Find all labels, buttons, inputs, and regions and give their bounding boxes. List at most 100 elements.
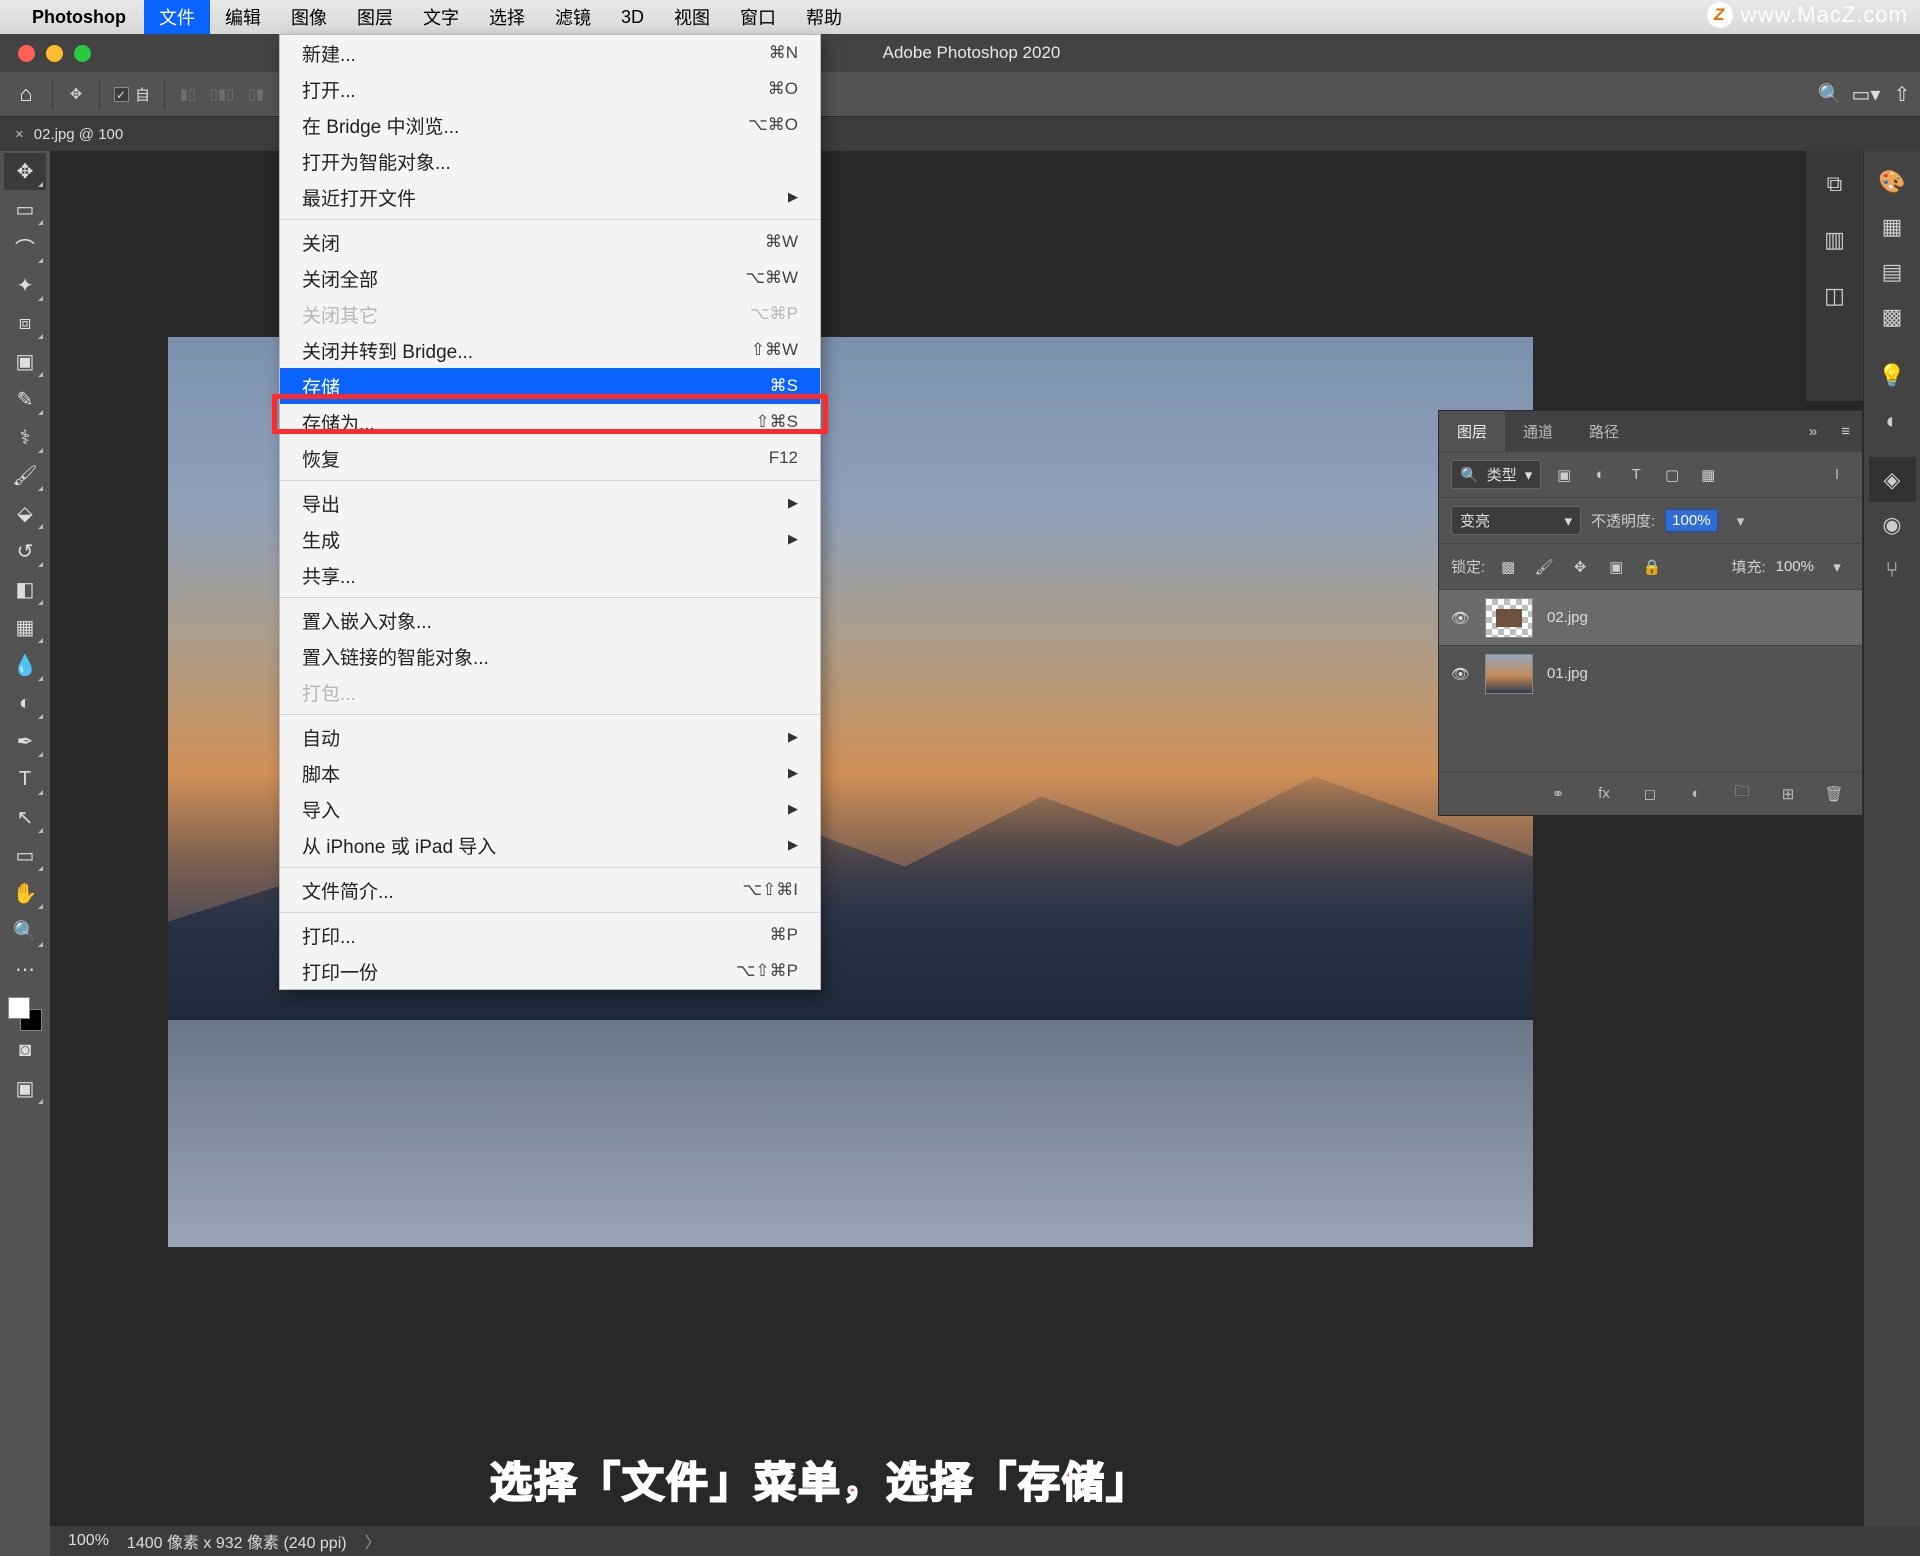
menu-item[interactable]: 置入嵌入对象...	[280, 602, 820, 638]
menu-item[interactable]: 导入	[280, 791, 820, 827]
close-tab-icon[interactable]: ×	[15, 126, 24, 143]
layer-row[interactable]: 👁 02.jpg	[1439, 589, 1862, 645]
menu-item[interactable]: 文件简介...⌥⇧⌘I	[280, 872, 820, 908]
channels-panel-icon[interactable]: ◉	[1869, 502, 1916, 547]
workspace-icon[interactable]: ▭▾	[1848, 82, 1884, 107]
menu-item[interactable]: 最近打开文件	[280, 179, 820, 215]
menu-item[interactable]: 打开为智能对象...	[280, 143, 820, 179]
menu-filter[interactable]: 滤镜	[540, 0, 606, 34]
quickmask-tool[interactable]: ◙	[4, 1032, 46, 1069]
group-icon[interactable]: 🗀	[1730, 781, 1754, 806]
layer-thumbnail[interactable]	[1485, 598, 1533, 638]
panel-collapse-icon[interactable]: »	[1797, 423, 1829, 440]
properties-panel-icon[interactable]: ▥	[1806, 221, 1863, 259]
menu-item[interactable]: 关闭全部⌥⌘W	[280, 260, 820, 296]
filter-image-icon[interactable]: ▣	[1551, 464, 1577, 486]
move-tool-icon[interactable]: ✥	[59, 77, 93, 111]
shape-tool[interactable]: ▭	[4, 837, 46, 874]
styles-panel-icon[interactable]: ◐	[1869, 398, 1916, 443]
doc-dimensions[interactable]: 1400 像素 x 932 像素 (240 ppi)	[127, 1529, 347, 1553]
swatches-panel-icon[interactable]: ▦	[1869, 204, 1916, 249]
lock-brush-icon[interactable]: 🖌	[1531, 556, 1557, 578]
menu-item[interactable]: 自动	[280, 719, 820, 755]
screenmode-tool[interactable]: ▣	[4, 1070, 46, 1107]
gradients-panel-icon[interactable]: ▤	[1869, 249, 1916, 294]
tab-paths[interactable]: 路径	[1571, 411, 1637, 451]
healing-tool[interactable]: ⚕	[4, 419, 46, 456]
blend-mode-select[interactable]: 变亮▾	[1451, 506, 1581, 535]
patterns-panel-icon[interactable]: ▩	[1869, 294, 1916, 339]
edit-toolbar[interactable]: ⋯	[4, 951, 46, 988]
crop-tool[interactable]: ⧈	[4, 305, 46, 342]
color-panel-icon[interactable]: 🎨	[1869, 159, 1916, 204]
visibility-icon[interactable]: 👁	[1451, 609, 1471, 627]
lib-panel-icon[interactable]: ◫	[1806, 277, 1863, 315]
menu-item[interactable]: 从 iPhone 或 iPad 导入	[280, 827, 820, 863]
align-right-icon[interactable]: ▯▮	[239, 77, 273, 111]
brush-tool[interactable]: 🖌	[4, 457, 46, 494]
home-icon[interactable]: ⌂	[6, 81, 46, 107]
delete-layer-icon[interactable]: 🗑	[1822, 785, 1846, 803]
eraser-tool[interactable]: ◧	[4, 571, 46, 608]
filter-type-icon[interactable]: T	[1623, 464, 1649, 486]
menu-item[interactable]: 生成	[280, 521, 820, 557]
menu-item[interactable]: 新建...⌘N	[280, 35, 820, 71]
paths-panel-icon[interactable]: ⑂	[1869, 547, 1916, 592]
tab-layers[interactable]: 图层	[1439, 411, 1505, 451]
menu-item[interactable]: 恢复F12	[280, 440, 820, 476]
share-icon[interactable]: ⇧	[1884, 82, 1920, 107]
history-brush-tool[interactable]: ↺	[4, 533, 46, 570]
adjust-panel-icon[interactable]: 💡	[1869, 353, 1916, 398]
menu-edit[interactable]: 编辑	[210, 0, 276, 34]
menu-item[interactable]: 在 Bridge 中浏览...⌥⌘O	[280, 107, 820, 143]
align-center-icon[interactable]: ▯▮▯	[205, 77, 239, 111]
app-name[interactable]: Photoshop	[32, 7, 126, 28]
menu-item[interactable]: 共享...	[280, 557, 820, 593]
search-icon[interactable]: 🔍	[1812, 82, 1848, 107]
link-layers-icon[interactable]: ⚭	[1546, 785, 1570, 803]
menu-item[interactable]: 存储为...⇧⌘S	[280, 404, 820, 440]
menu-view[interactable]: 视图	[659, 0, 725, 34]
filter-toggle-icon[interactable]: ⏽	[1824, 464, 1850, 486]
history-panel-icon[interactable]: ⧉	[1806, 165, 1863, 203]
blur-tool[interactable]: 💧	[4, 647, 46, 684]
menu-item[interactable]: 导出	[280, 485, 820, 521]
move-tool[interactable]: ✥	[4, 153, 46, 190]
zoom-level[interactable]: 100%	[68, 1532, 109, 1550]
doc-tab[interactable]: × 02.jpg @ 100	[0, 117, 138, 151]
menu-type[interactable]: 文字	[408, 0, 474, 34]
menu-file[interactable]: 文件	[144, 0, 210, 34]
menu-item[interactable]: 关闭并转到 Bridge...⇧⌘W	[280, 332, 820, 368]
filter-shape-icon[interactable]: ▢	[1659, 464, 1685, 486]
gradient-tool[interactable]: ▦	[4, 609, 46, 646]
visibility-icon[interactable]: 👁	[1451, 665, 1471, 683]
color-swatch[interactable]	[8, 997, 42, 1031]
tab-channels[interactable]: 通道	[1505, 411, 1571, 451]
lock-artboard-icon[interactable]: ▣	[1603, 556, 1629, 578]
panel-menu-icon[interactable]: ≡	[1829, 423, 1862, 440]
menu-item[interactable]: 打印一份⌥⇧⌘P	[280, 953, 820, 989]
fill-value[interactable]: 100%	[1776, 558, 1814, 575]
layer-name[interactable]: 02.jpg	[1547, 609, 1588, 626]
eyedropper-tool[interactable]: ✎	[4, 381, 46, 418]
layer-row[interactable]: 👁 01.jpg	[1439, 645, 1862, 701]
opacity-dropdown-icon[interactable]: ▾	[1728, 510, 1754, 532]
quick-select-tool[interactable]: ✦	[4, 267, 46, 304]
menu-layer[interactable]: 图层	[342, 0, 408, 34]
pen-tool[interactable]: ✒	[4, 723, 46, 760]
menu-select[interactable]: 选择	[474, 0, 540, 34]
menu-item[interactable]: 存储⌘S	[280, 368, 820, 404]
lasso-tool[interactable]: ⌒	[4, 229, 46, 266]
layer-mask-icon[interactable]: ◻	[1638, 785, 1662, 803]
menu-item[interactable]: 置入链接的智能对象...	[280, 638, 820, 674]
menu-item[interactable]: 打开...⌘O	[280, 71, 820, 107]
opacity-value[interactable]: 100%	[1665, 509, 1717, 532]
layers-panel-icon[interactable]: ◈	[1869, 457, 1916, 502]
fill-dropdown-icon[interactable]: ▾	[1824, 556, 1850, 578]
menu-image[interactable]: 图像	[276, 0, 342, 34]
menu-item[interactable]: 打印...⌘P	[280, 917, 820, 953]
lock-pixels-icon[interactable]: ▩	[1495, 556, 1521, 578]
menu-window[interactable]: 窗口	[725, 0, 791, 34]
auto-select-checkbox[interactable]: 自	[114, 84, 150, 105]
adjustment-layer-icon[interactable]: ◐	[1684, 785, 1708, 802]
